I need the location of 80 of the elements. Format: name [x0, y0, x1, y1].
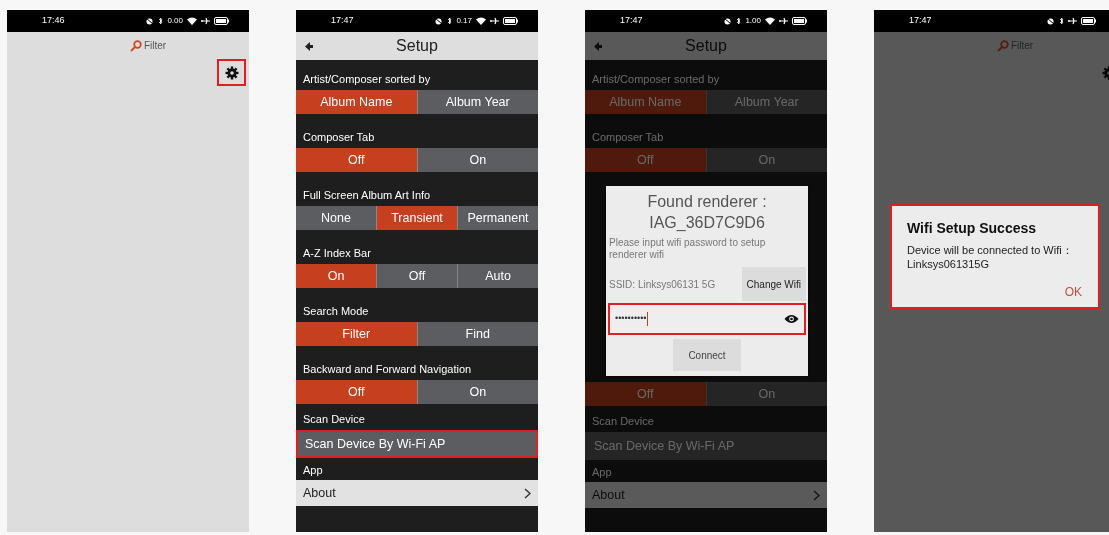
about-item[interactable]: About	[585, 482, 827, 508]
eye-icon[interactable]	[784, 314, 799, 324]
status-time: 17:47	[620, 14, 643, 28]
status-time: 17:47	[909, 14, 932, 28]
section-label: Scan Device	[303, 411, 365, 427]
back-icon[interactable]	[305, 41, 313, 51]
option-button[interactable]: On	[706, 148, 827, 172]
option-button[interactable]: Auto	[458, 264, 538, 288]
section-label: Full Screen Album Art Info	[303, 187, 431, 203]
option-button[interactable]: Album Name	[296, 90, 418, 114]
option-button[interactable]: Filter	[296, 322, 418, 346]
option-button[interactable]: On	[417, 380, 538, 404]
search-icon	[996, 39, 1009, 52]
renderer-name: IAG_36D7C9D6	[649, 213, 765, 233]
option-button[interactable]: None	[296, 206, 377, 230]
settings-icon[interactable]	[224, 65, 239, 80]
option-button[interactable]: On	[417, 148, 538, 172]
filter-link[interactable]: Filter	[143, 38, 167, 53]
option-button[interactable]: Off	[296, 148, 418, 172]
alarm-icon	[1046, 17, 1055, 25]
option-button[interactable]: Transient	[377, 206, 458, 230]
option-button[interactable]: Album Name	[585, 90, 707, 114]
option-button[interactable]: Album Year	[417, 90, 538, 114]
battery-icon	[792, 17, 807, 25]
dialog-message: Device will be connected to Wifi：Linksys061315G	[907, 243, 1074, 271]
option-button[interactable]: Off	[296, 380, 418, 404]
section-label: Backward and Forward Navigation	[303, 361, 472, 377]
wifi-icon	[765, 17, 775, 25]
alarm-icon	[145, 17, 155, 25]
password-field[interactable]: ••••••••••	[608, 303, 806, 335]
airplane-icon	[201, 17, 210, 25]
section-label: Artist/Composer sorted by	[303, 71, 431, 87]
change-wifi-button[interactable]: Change Wifi	[741, 267, 806, 301]
scan-device-item[interactable]: Scan Device By Wi-Fi AP	[296, 430, 538, 458]
chevron-right-icon	[524, 487, 531, 499]
section-label: App	[303, 462, 323, 478]
airplane-icon	[490, 17, 499, 25]
alarm-icon	[434, 17, 444, 25]
status-time: 17:47	[331, 14, 354, 28]
scan-device-item[interactable]: Scan Device By Wi-Fi AP	[585, 432, 827, 460]
section-label: A-Z Index Bar	[303, 245, 371, 261]
page-title: Setup	[685, 36, 727, 56]
section-label: Scan Device	[592, 413, 654, 429]
status-time: 17:46	[42, 14, 65, 28]
dialog-message: Please input wifi password to setup renderer wifi	[608, 237, 767, 261]
network-speed: 0.00	[167, 17, 183, 25]
wifi-icon	[187, 17, 197, 25]
option-button[interactable]: Permanent	[458, 206, 538, 230]
option-button[interactable]: On	[706, 382, 827, 406]
ok-button[interactable]: OK	[1063, 283, 1083, 301]
section-label: Search Mode	[303, 303, 369, 319]
section-label: Artist/Composer sorted by	[592, 71, 720, 87]
network-speed: 0.17	[456, 17, 472, 25]
dialog-title: Found renderer :	[647, 192, 767, 212]
bluetooth-icon	[158, 17, 164, 25]
wifi-icon	[476, 17, 486, 25]
battery-icon	[214, 17, 229, 25]
airplane-icon	[779, 17, 788, 25]
option-button[interactable]: On	[296, 264, 377, 288]
alarm-icon	[723, 17, 733, 25]
about-item[interactable]: About	[296, 480, 538, 506]
battery-icon	[1081, 17, 1096, 25]
section-label: Composer Tab	[303, 129, 375, 145]
page-title: Setup	[396, 36, 438, 56]
airplane-icon	[1068, 17, 1077, 25]
connect-button[interactable]: Connect	[673, 339, 741, 371]
option-button[interactable]: Find	[417, 322, 538, 346]
network-speed: 1.00	[745, 17, 761, 25]
ssid-label: SSID: Linksys06131 5G	[608, 277, 716, 292]
section-label: Composer Tab	[592, 129, 664, 145]
dialog-title: Wifi Setup Success	[907, 219, 1038, 238]
chevron-right-icon	[813, 489, 820, 501]
bluetooth-icon	[447, 17, 453, 25]
option-button[interactable]: Off	[377, 264, 458, 288]
bluetooth-icon	[1059, 17, 1064, 25]
option-button[interactable]: Album Year	[706, 90, 827, 114]
section-label: App	[592, 464, 612, 480]
search-icon	[129, 39, 142, 52]
bluetooth-icon	[736, 17, 742, 25]
battery-icon	[503, 17, 518, 25]
